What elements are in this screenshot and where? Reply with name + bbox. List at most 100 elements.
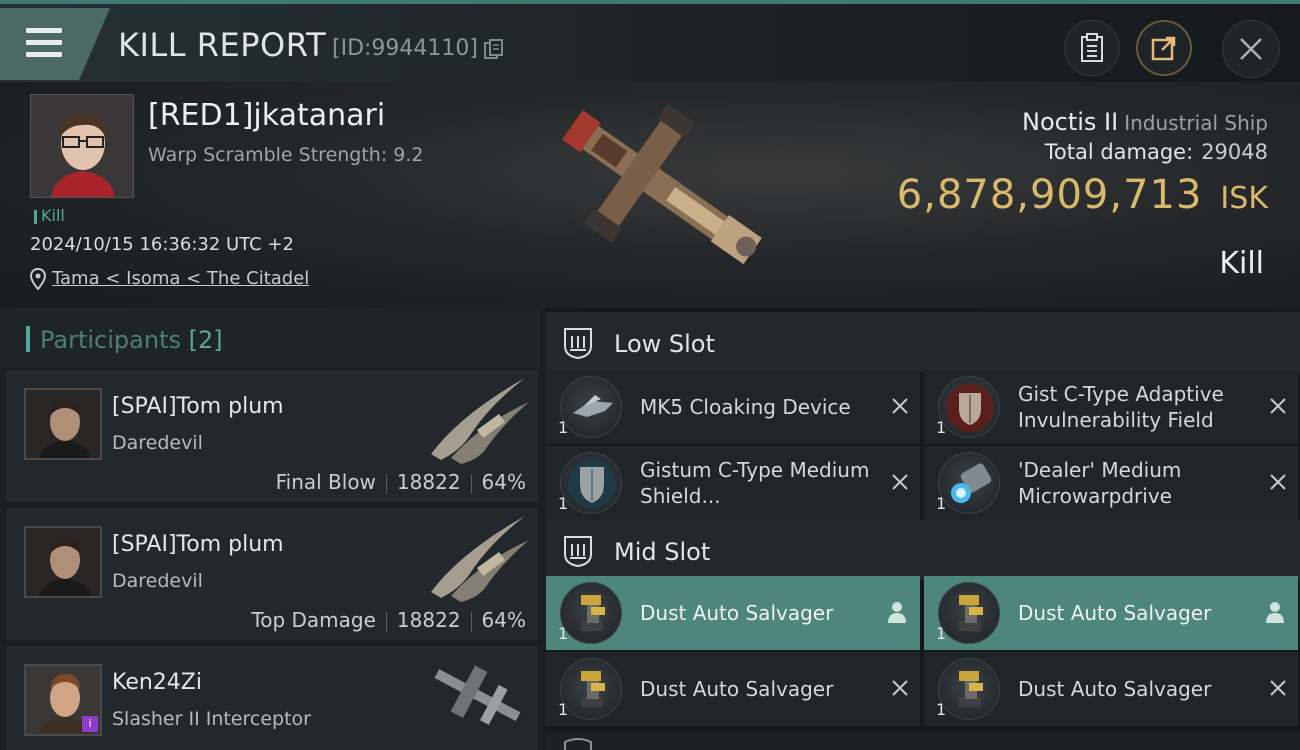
slot-shield-icon (564, 536, 592, 568)
share-button[interactable] (1136, 20, 1192, 76)
kill-tag-label: Kill (41, 206, 65, 225)
report-id: [ID:9944110] (332, 36, 478, 61)
participant-card[interactable]: i Ken24Zi Slasher II Interceptor (6, 646, 538, 750)
participant-damage: 18822 (396, 608, 461, 632)
mid-slot-header: Mid Slot (546, 520, 1300, 580)
victim-portrait[interactable] (30, 94, 134, 198)
victim-name[interactable]: [RED1]jkatanari (148, 98, 385, 133)
close-button[interactable] (1222, 20, 1280, 78)
location-pin-icon (30, 268, 46, 290)
module-qty: 1 (936, 624, 947, 643)
remove-x-icon[interactable] (890, 472, 910, 492)
ship-class: Industrial Ship (1124, 111, 1268, 135)
participant-damage: 18822 (396, 470, 461, 494)
module-name: Dust Auto Salvager (640, 601, 834, 625)
victim-ship-image (562, 103, 762, 265)
clipboard-icon (1081, 33, 1103, 62)
participant-name[interactable]: [SPAI]Tom plum (112, 394, 284, 419)
outcome-label: Kill (1219, 246, 1264, 281)
isk-amount: 6,878,909,713 (896, 172, 1203, 218)
module-name: Dust Auto Salvager (640, 677, 834, 701)
participants-header: Participants [2] (0, 308, 540, 368)
participant-ship-image (431, 378, 529, 464)
module-icon (560, 582, 622, 644)
remove-x-icon[interactable] (1268, 396, 1288, 416)
next-slot-header (546, 732, 1300, 750)
fitting-panel: Low Slot 1 MK5 Cloaking Device 1 Gist C-… (546, 308, 1300, 750)
module-qty: 1 (936, 700, 947, 719)
module-icon (560, 376, 622, 438)
participants-title: Participants [2] (40, 326, 223, 354)
module-icon (560, 452, 622, 514)
isk-value: 6,878,909,713 ISK (897, 172, 1268, 218)
participant-ship-image (431, 516, 529, 602)
total-damage: Total damage: 29048 (1045, 140, 1268, 164)
avatar (24, 388, 102, 460)
remove-x-icon[interactable] (890, 678, 910, 698)
remove-x-icon[interactable] (890, 396, 910, 416)
participant-percent: 64% (481, 470, 526, 494)
person-icon[interactable] (1264, 600, 1286, 624)
module-name: Gist C-Type Adaptive Invulnerability Fie… (1018, 382, 1224, 432)
module-name: MK5 Cloaking Device (640, 395, 851, 419)
module-row[interactable]: 1 Dust Auto Salvager (924, 652, 1298, 726)
module-row[interactable]: 1 'Dealer' Medium Microwarpdrive (924, 446, 1298, 520)
info-badge: i (82, 716, 98, 732)
avatar (31, 95, 133, 197)
module-qty: 1 (936, 418, 947, 437)
module-row[interactable]: 1 Gistum C-Type Medium Shield... (546, 446, 920, 520)
remove-x-icon[interactable] (1268, 472, 1288, 492)
mid-slot-label: Mid Slot (614, 538, 711, 566)
kill-type-tag: Kill (34, 206, 65, 225)
participant-role: Top Damage (251, 608, 376, 632)
module-row[interactable]: 1 Dust Auto Salvager (546, 652, 920, 726)
isk-unit: ISK (1220, 181, 1268, 216)
participant-card[interactable]: [SPAI]Tom plum Daredevil Top Damage 18822… (6, 508, 538, 640)
module-qty: 1 (558, 700, 569, 719)
slot-shield-icon (564, 328, 592, 360)
low-slot-label: Low Slot (614, 330, 715, 358)
total-damage-value: 29048 (1201, 140, 1268, 164)
copy-icon[interactable] (483, 38, 505, 60)
module-row[interactable]: 1 Dust Auto Salvager (546, 576, 920, 650)
module-icon (560, 658, 622, 720)
victim-ship: Noctis II Industrial Ship (1022, 108, 1268, 136)
participant-ship: Daredevil (112, 570, 203, 592)
module-icon (938, 452, 1000, 514)
avatar: i (24, 664, 102, 736)
menu-button[interactable] (0, 8, 110, 80)
participant-percent: 64% (481, 608, 526, 632)
module-qty: 1 (558, 418, 569, 437)
participant-card[interactable]: [SPAI]Tom plum Daredevil Final Blow 18822… (6, 370, 538, 502)
module-icon (938, 658, 1000, 720)
kill-location-link[interactable]: Tama < Isoma < The Citadel (52, 268, 309, 289)
remove-x-icon[interactable] (1268, 678, 1288, 698)
avatar (24, 526, 102, 598)
module-row[interactable]: 1 Gist C-Type Adaptive Invulnerability F… (924, 370, 1298, 444)
warp-scramble-strength: Warp Scramble Strength: 9.2 (148, 144, 424, 166)
total-damage-label: Total damage: (1044, 140, 1194, 164)
module-name: 'Dealer' Medium Microwarpdrive (1018, 458, 1182, 508)
kill-summary: [RED1]jkatanari Warp Scramble Strength: … (0, 82, 1300, 308)
close-icon (1240, 38, 1262, 60)
module-icon (938, 376, 1000, 438)
module-name: Dust Auto Salvager (1018, 677, 1212, 701)
participant-role: Final Blow (275, 470, 376, 494)
module-name: Dust Auto Salvager (1018, 601, 1212, 625)
kill-datetime: 2024/10/15 16:36:32 UTC +2 (30, 234, 294, 255)
clipboard-button[interactable] (1064, 20, 1120, 76)
top-bar: KILL REPORT [ID:9944110] (0, 0, 1300, 82)
slot-shield-icon (564, 738, 592, 750)
participant-name[interactable]: Ken24Zi (112, 670, 202, 695)
module-row[interactable]: 1 Dust Auto Salvager (924, 576, 1298, 650)
person-icon[interactable] (886, 600, 908, 624)
low-slot-header: Low Slot (546, 312, 1300, 372)
ship-name[interactable]: Noctis II (1022, 108, 1118, 136)
participants-panel: Participants [2] [SPAI]Tom plum Daredevi… (0, 308, 540, 750)
module-qty: 1 (558, 494, 569, 513)
participant-name[interactable]: [SPAI]Tom plum (112, 532, 284, 557)
participants-count: [2] (188, 326, 223, 354)
module-qty: 1 (936, 494, 947, 513)
share-icon (1151, 36, 1176, 61)
module-row[interactable]: 1 MK5 Cloaking Device (546, 370, 920, 444)
